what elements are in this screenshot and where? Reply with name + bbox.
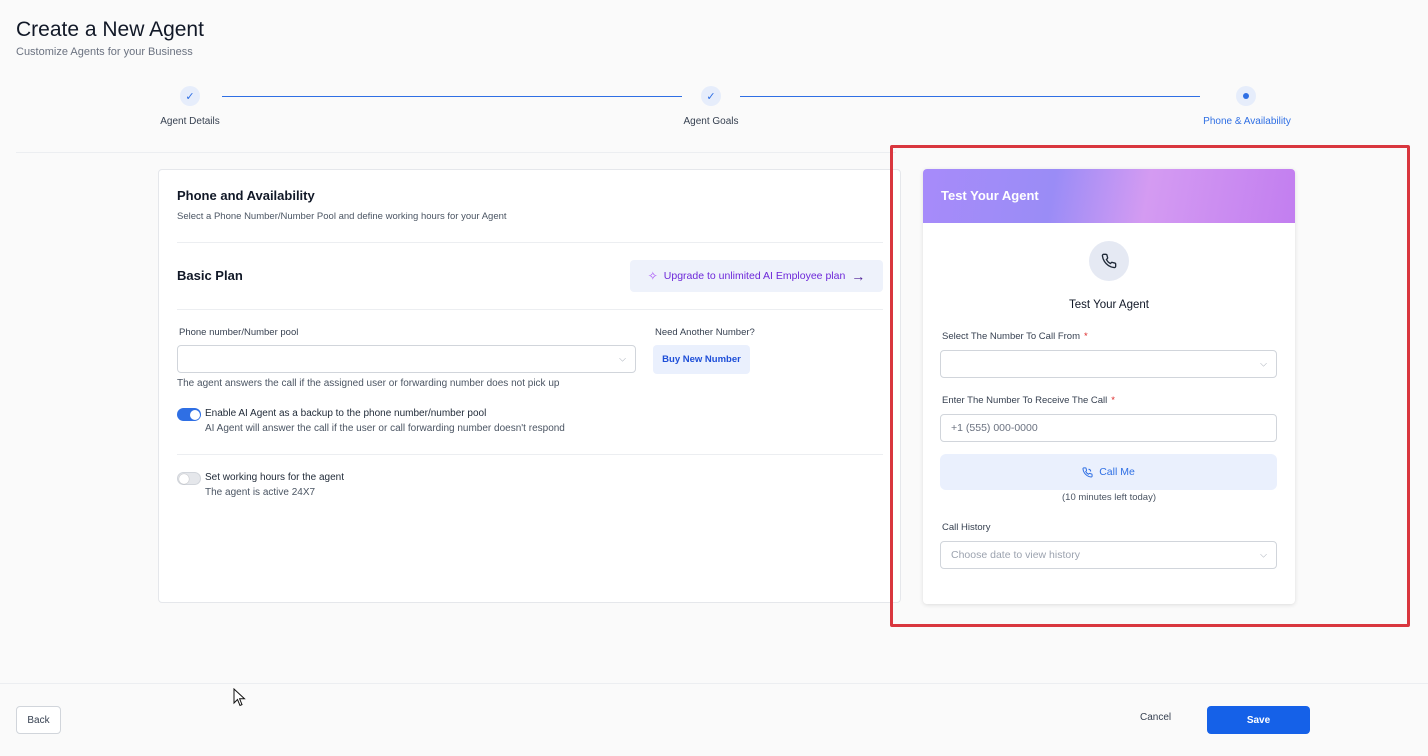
step-connector-1 <box>222 96 682 97</box>
footer-divider <box>0 683 1428 684</box>
step-connector-2 <box>740 96 1200 97</box>
page-header: Create a New Agent Customize Agents for … <box>16 18 204 58</box>
working-hours-title: Set working hours for the agent <box>205 472 344 483</box>
section-description: Select a Phone Number/Number Pool and de… <box>177 211 507 222</box>
call-history-label: Call History <box>942 522 991 533</box>
section-title: Phone and Availability <box>177 188 315 203</box>
plan-title: Basic Plan <box>177 268 243 283</box>
buy-new-number-button[interactable]: Buy New Number <box>653 345 750 374</box>
test-panel-header: Test Your Agent <box>923 169 1295 223</box>
step-2-check-icon[interactable]: ✓ <box>701 86 721 106</box>
divider <box>177 309 883 310</box>
call-from-label: Select The Number To Call From * <box>942 331 1088 342</box>
upgrade-label: Upgrade to unlimited AI Employee plan <box>663 270 846 282</box>
call-me-button[interactable]: Call Me <box>940 454 1277 490</box>
save-button[interactable]: Save <box>1207 706 1310 734</box>
back-button[interactable]: Back <box>16 706 61 734</box>
step-label-phone-availability[interactable]: Phone & Availability <box>1203 116 1291 127</box>
phone-availability-card: Phone and Availability Select a Phone Nu… <box>158 169 901 603</box>
chevron-down-icon: ⌵ <box>1260 549 1267 560</box>
step-1-check-icon[interactable]: ✓ <box>180 86 200 106</box>
backup-toggle-subtitle: AI Agent will answer the call if the use… <box>205 423 565 434</box>
need-number-label: Need Another Number? <box>655 327 755 338</box>
divider <box>177 242 883 243</box>
call-from-select[interactable]: ⌵ <box>940 350 1277 378</box>
mouse-cursor-icon <box>233 688 246 707</box>
phone-call-icon <box>1082 466 1093 478</box>
backup-agent-toggle[interactable] <box>177 408 201 421</box>
phone-number-select[interactable]: ⌵ <box>177 345 636 373</box>
phone-help-text: The agent answers the call if the assign… <box>177 378 560 389</box>
step-3-active-dot-icon[interactable] <box>1236 86 1256 106</box>
divider <box>177 454 883 455</box>
cancel-button[interactable]: Cancel <box>1140 712 1171 723</box>
receive-number-input[interactable]: +1 (555) 000-0000 <box>940 414 1277 442</box>
phone-icon <box>1089 241 1129 281</box>
working-hours-toggle[interactable] <box>177 472 201 485</box>
stepper: ✓ ✓ Agent Details Agent Goals Phone & Av… <box>140 84 1308 134</box>
call-me-label: Call Me <box>1099 466 1135 478</box>
test-agent-panel: Test Your Agent Test Your Agent Select T… <box>923 169 1295 604</box>
test-agent-title: Test Your Agent <box>1069 299 1149 311</box>
chevron-down-icon: ⌵ <box>619 353 626 364</box>
page-title: Create a New Agent <box>16 18 204 41</box>
sparkle-icon: ✧ <box>647 269 658 283</box>
step-label-agent-details[interactable]: Agent Details <box>160 116 219 127</box>
header-divider <box>16 152 896 153</box>
receive-number-label: Enter The Number To Receive The Call * <box>942 395 1115 406</box>
minutes-left-text: (10 minutes left today) <box>1062 492 1156 503</box>
phone-number-label: Phone number/Number pool <box>179 327 299 338</box>
chevron-down-icon: ⌵ <box>1260 358 1267 369</box>
working-hours-subtitle: The agent is active 24X7 <box>205 487 316 498</box>
upgrade-plan-button[interactable]: ✧ Upgrade to unlimited AI Employee plan … <box>630 260 883 292</box>
call-history-select[interactable]: Choose date to view history ⌵ <box>940 541 1277 569</box>
page-subtitle: Customize Agents for your Business <box>16 46 193 58</box>
step-label-agent-goals[interactable]: Agent Goals <box>683 116 738 127</box>
arrow-right-icon: → <box>851 268 866 284</box>
backup-toggle-title: Enable AI Agent as a backup to the phone… <box>205 408 487 419</box>
